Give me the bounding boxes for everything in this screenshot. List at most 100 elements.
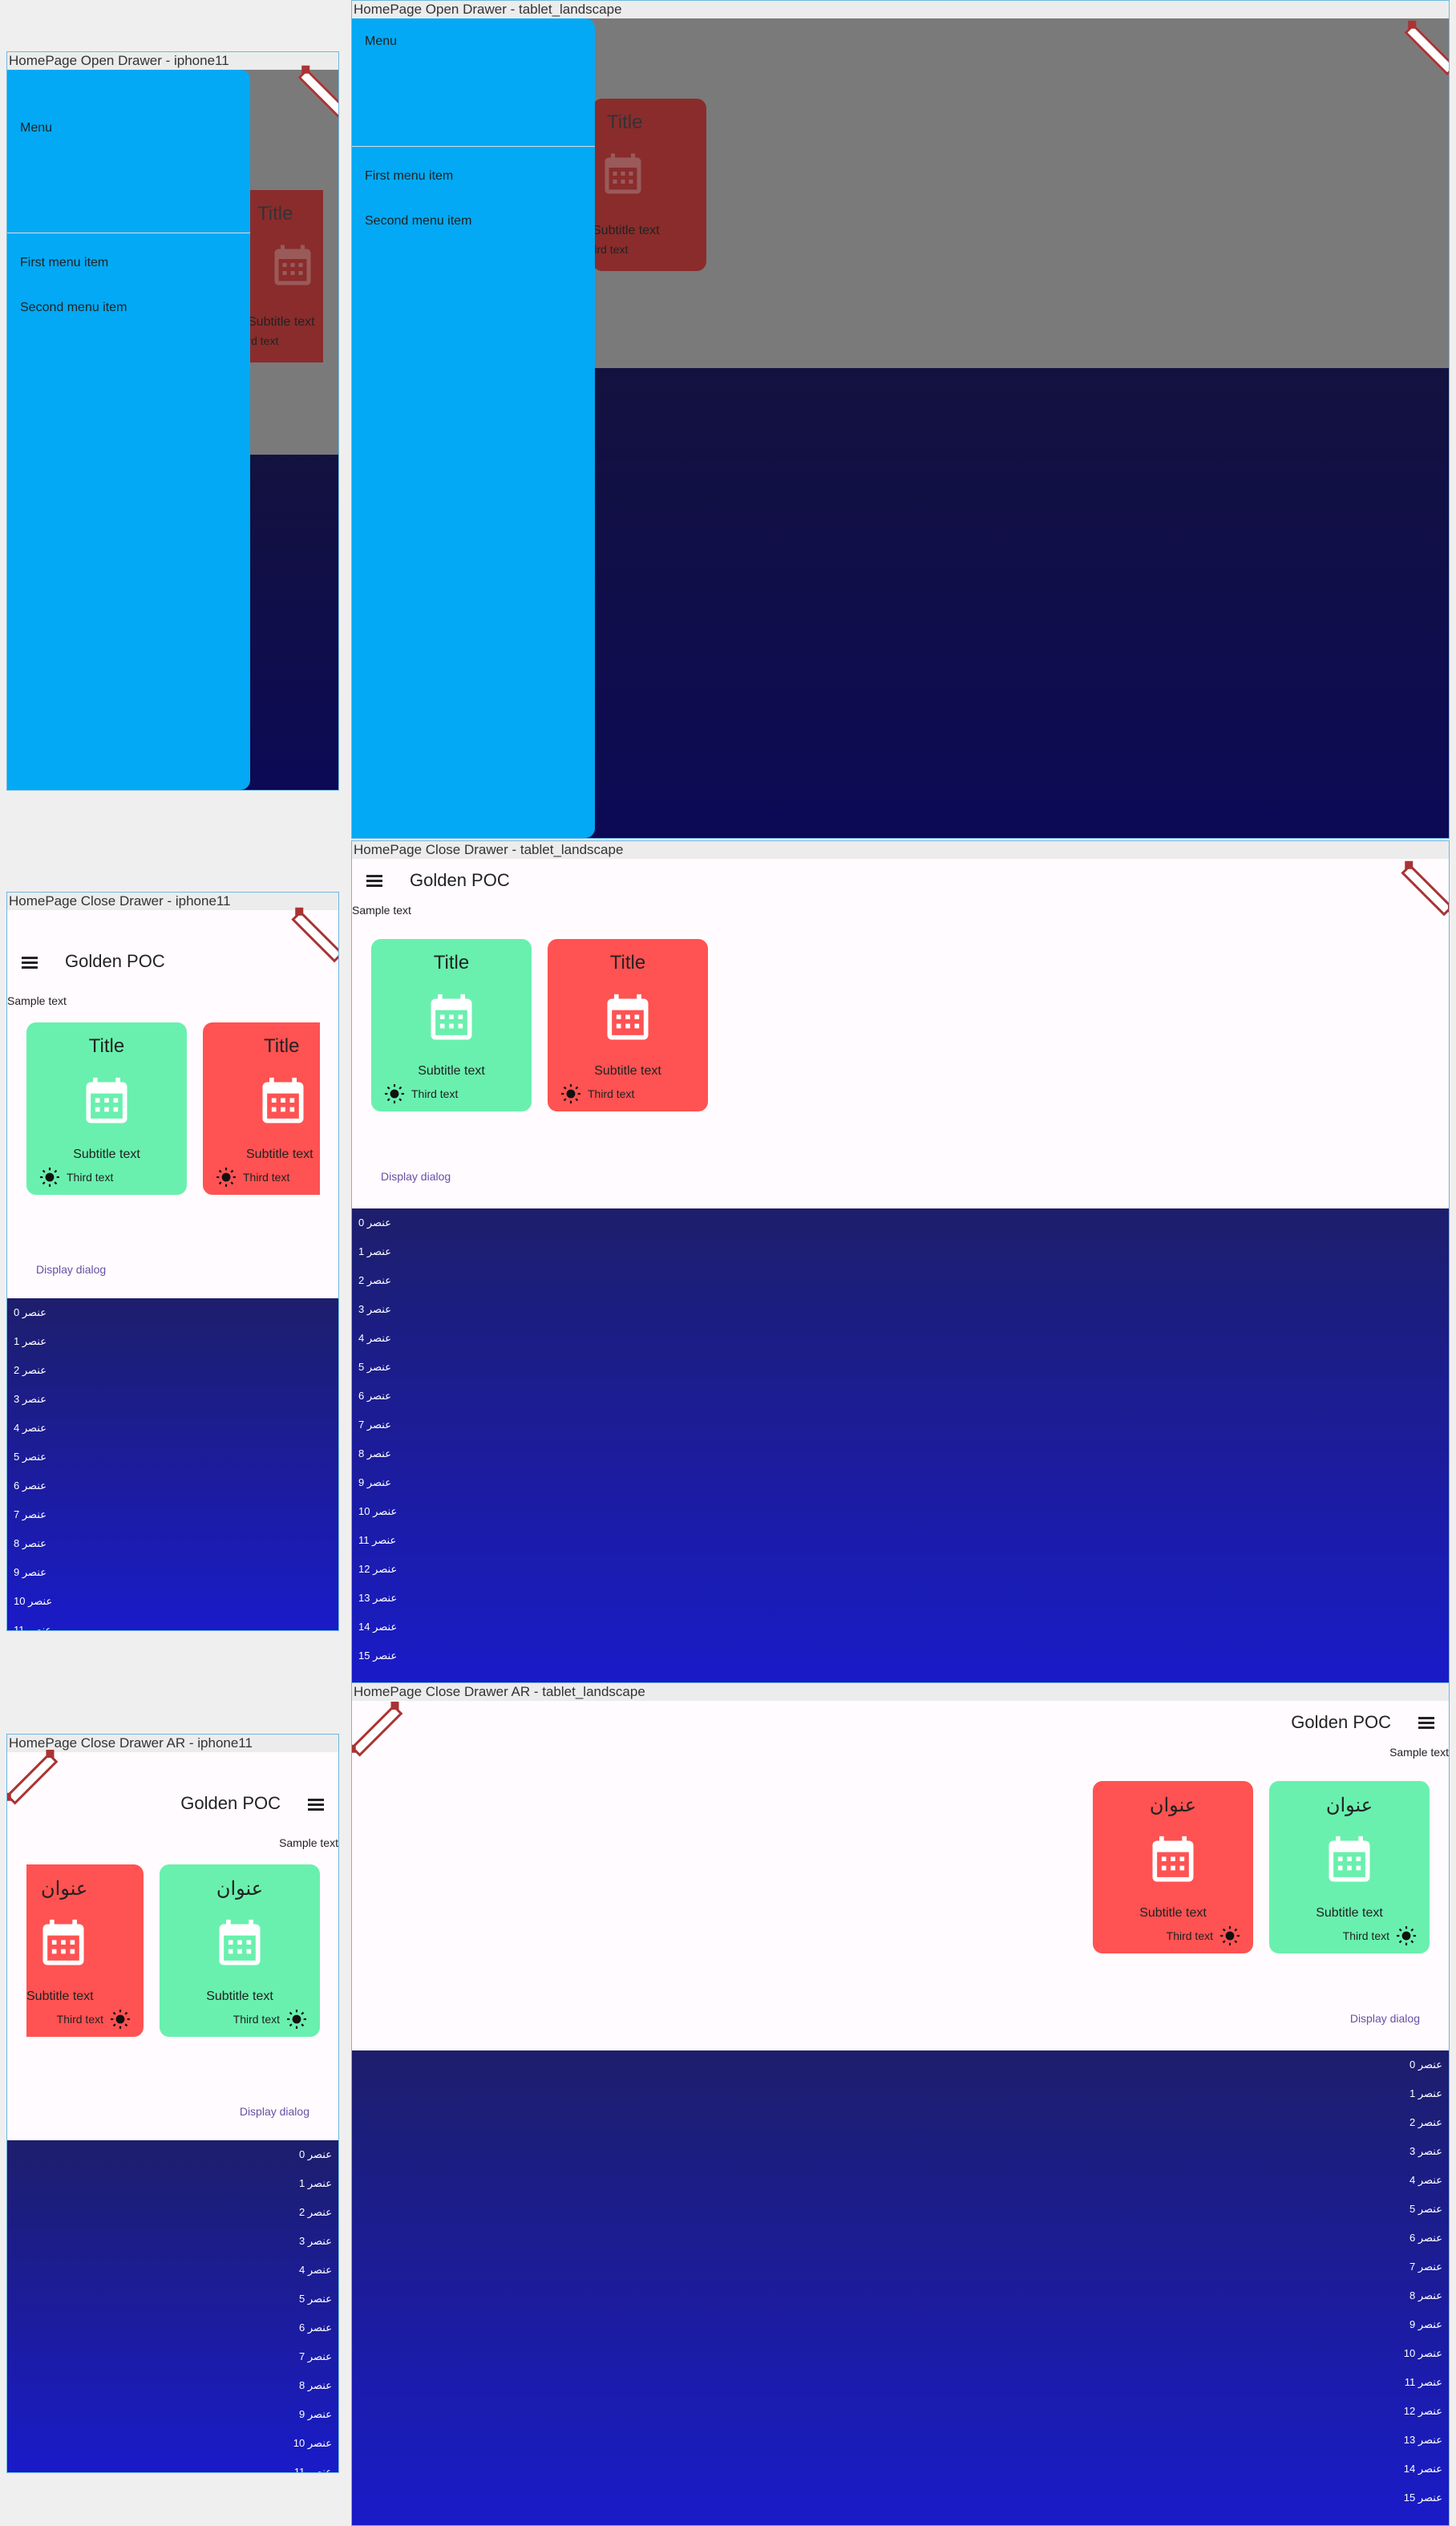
- calendar-icon: [605, 153, 641, 194]
- calendar-icon: [42, 1919, 84, 1965]
- list-item: 8 عنصر: [14, 1537, 47, 1549]
- frame-label: HomePage Close Drawer AR - iphone11: [7, 1735, 338, 1752]
- list-item: 3 عنصر: [14, 1393, 47, 1405]
- card-third-text: Third text: [1342, 1929, 1389, 1942]
- list-item: 4 عنصر: [299, 2264, 332, 2276]
- navigation-drawer: Menu First menu item Second menu item: [352, 18, 595, 838]
- card-subtitle: Subtitle text: [206, 1990, 273, 2003]
- drawer-item-second[interactable]: Second menu item: [20, 301, 127, 315]
- list-item: 9 عنصر: [14, 1566, 47, 1578]
- card-red[interactable]: Title Subtitle text Third text: [203, 1022, 320, 1195]
- sun-icon: [1397, 1926, 1416, 1945]
- frame-label: HomePage Open Drawer - iphone11: [7, 52, 338, 70]
- calendar-icon: [607, 994, 649, 1040]
- list-item: 8 عنصر: [358, 1447, 391, 1459]
- display-dialog-button[interactable]: Display dialog: [240, 2105, 309, 2118]
- item-list[interactable]: 0 عنصر 1 عنصر 2 عنصر 3 عنصر 4 عنصر 5 عنصر 6 عن…: [352, 2050, 1449, 2525]
- list-item: 11 عنصر: [14, 1624, 52, 1630]
- list-item: 13 عنصر: [358, 1592, 398, 1604]
- dimmed-card: Title Subtitle text Third text: [581, 99, 706, 271]
- calendar-icon: [262, 1077, 304, 1123]
- list-item: 4 عنصر: [1409, 2174, 1442, 2186]
- item-list[interactable]: 0 عنصر 1 عنصر 2 عنصر 3 عنصر 4 عنصر 5 عنصر 6 عن…: [7, 2140, 338, 2472]
- card-title: Title: [609, 952, 646, 974]
- card-third-text: Third text: [411, 1087, 459, 1100]
- display-dialog-button[interactable]: Display dialog: [36, 1263, 106, 1276]
- hamburger-icon[interactable]: [308, 1799, 324, 1811]
- list-item: 12 عنصر: [1403, 2405, 1442, 2417]
- hamburger-icon[interactable]: [366, 875, 382, 887]
- frame-label: HomePage Open Drawer - tablet_landscape: [352, 1, 1449, 18]
- list-item: 10 عنصر: [358, 1505, 398, 1517]
- frame-open-drawer-tablet: HomePage Open Drawer - tablet_landscape …: [351, 0, 1450, 839]
- frame-label: HomePage Close Drawer AR - tablet_landsc…: [352, 1683, 1449, 1701]
- drawer-item-second[interactable]: Second menu item: [365, 214, 471, 229]
- list-item: 7 عنصر: [358, 1419, 391, 1431]
- card-red[interactable]: Title Subtitle text Third text: [548, 939, 708, 1111]
- card-red[interactable]: عنوان Subtitle text Third text: [1093, 1781, 1253, 1953]
- card-third-text: Third text: [588, 1087, 635, 1100]
- sun-icon: [1220, 1926, 1240, 1945]
- drawer-item-first[interactable]: First menu item: [20, 256, 108, 270]
- frame-open-drawer-phone: HomePage Open Drawer - iphone11 Title Su…: [6, 51, 339, 791]
- list-item: 7 عنصر: [14, 1508, 47, 1520]
- card-third: Third text: [216, 1167, 289, 1188]
- card-subtitle: Subtitle text: [248, 315, 315, 329]
- card-subtitle: Subtitle text: [73, 1148, 140, 1161]
- list-item: 2 عنصر: [1409, 2116, 1442, 2128]
- card-green[interactable]: عنوان Subtitle text Third text: [160, 1864, 320, 2037]
- frame-close-drawer-phone: HomePage Close Drawer - iphone11 Golden …: [6, 892, 339, 1631]
- app-title: Golden POC: [65, 951, 165, 971]
- list-item: 13 عنصر: [1403, 2434, 1442, 2446]
- card-title: عنوان: [41, 1878, 88, 1900]
- list-item: 3 عنصر: [299, 2235, 332, 2247]
- phone-screen: Golden POC Sample text Title Subtitle te…: [7, 910, 338, 1630]
- card-subtitle: Subtitle text: [418, 1064, 485, 1078]
- display-dialog-button[interactable]: Display dialog: [1350, 2012, 1420, 2025]
- card-third: Third text: [560, 1083, 634, 1104]
- card-third-text: Third text: [56, 2013, 103, 2026]
- display-dialog-button[interactable]: Display dialog: [381, 1170, 451, 1183]
- hamburger-icon[interactable]: [1418, 1717, 1434, 1729]
- item-list[interactable]: 0 عنصر 1 عنصر 2 عنصر 3 عنصر 4 عنصر 5 عنصر 6 عن…: [352, 1208, 1449, 1683]
- list-item: 6 عنصر: [1409, 2232, 1442, 2244]
- list-item: 7 عنصر: [299, 2350, 332, 2362]
- list-item: 4 عنصر: [358, 1332, 391, 1344]
- card-third: Third text: [57, 2009, 131, 2030]
- list-item: 5 عنصر: [358, 1361, 391, 1373]
- list-item: 1 عنصر: [299, 2177, 332, 2189]
- drawer-item-first[interactable]: First menu item: [365, 169, 453, 184]
- list-item: 0 عنصر: [299, 2148, 332, 2160]
- card-red[interactable]: عنوان Subtitle text Third text: [26, 1864, 144, 2037]
- card-green[interactable]: عنوان Subtitle text Third text: [1269, 1781, 1430, 1953]
- list-item: 9 عنصر: [358, 1476, 391, 1488]
- card-title: Title: [607, 111, 643, 133]
- tablet-screen: Golden POC Sample text عنوان Subtitle te…: [352, 1701, 1449, 2525]
- card-title: عنوان: [1149, 1795, 1197, 1816]
- calendar-icon: [1329, 1836, 1370, 1882]
- list-item: 11 عنصر: [358, 1534, 397, 1546]
- card-title: عنوان: [216, 1878, 264, 1900]
- card-third: Third text: [1343, 1925, 1417, 1946]
- drawer-header: Menu: [7, 70, 250, 233]
- tablet-screen: Golden POC Sample text Title Subtitle te…: [352, 859, 1449, 1683]
- card-subtitle: Subtitle text: [246, 1148, 313, 1161]
- card-subtitle: Subtitle text: [1316, 1906, 1383, 1920]
- item-list[interactable]: 0 عنصر 1 عنصر 2 عنصر 3 عنصر 4 عنصر 5 عنصر 6 عن…: [7, 1298, 338, 1630]
- sample-text: Sample text: [352, 904, 411, 917]
- frame-close-drawer-ar-tablet: HomePage Close Drawer AR - tablet_landsc…: [351, 1682, 1450, 2526]
- sample-text: Sample text: [1389, 1746, 1449, 1759]
- list-item: 11 عنصر: [293, 2466, 332, 2472]
- list-item: 2 عنصر: [299, 2206, 332, 2218]
- list-item: 1 عنصر: [1409, 2087, 1442, 2099]
- frame-close-drawer-tablet: HomePage Close Drawer - tablet_landscape…: [351, 840, 1450, 1684]
- list-item: 3 عنصر: [1409, 2145, 1442, 2157]
- list-item: 9 عنصر: [299, 2408, 332, 2420]
- hamburger-icon[interactable]: [22, 957, 38, 969]
- card-third: Third text: [1167, 1925, 1240, 1946]
- card-green[interactable]: Title Subtitle text Third text: [371, 939, 532, 1111]
- sun-icon: [111, 2010, 130, 2029]
- card-third: Third text: [233, 2009, 307, 2030]
- card-green[interactable]: Title Subtitle text Third text: [26, 1022, 187, 1195]
- list-item: 1 عنصر: [358, 1245, 391, 1257]
